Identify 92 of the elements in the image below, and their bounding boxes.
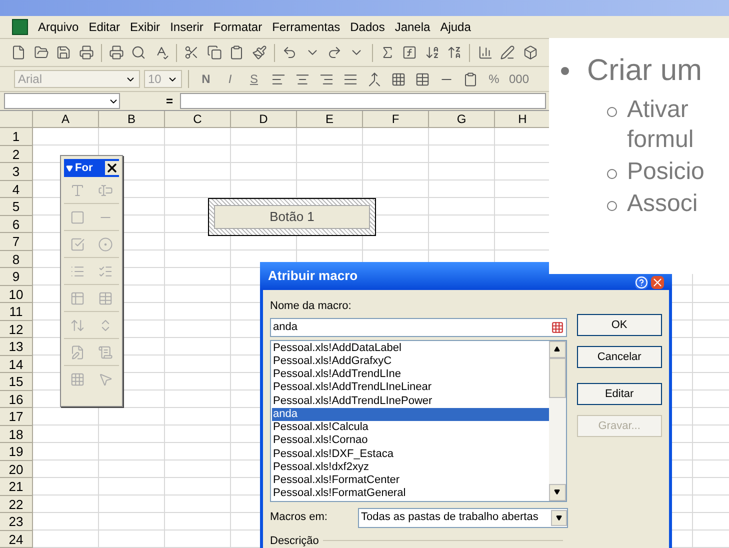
dialog-button[interactable]: Cancelar xyxy=(576,346,662,368)
caret-icon xyxy=(556,514,562,520)
group-label: Descrição xyxy=(270,534,319,548)
macro-list-item[interactable]: Pessoal.xls!Cornao xyxy=(272,434,549,448)
selection-frame[interactable]: Botão 1 xyxy=(208,198,376,236)
row-header[interactable]: 14 xyxy=(0,356,33,373)
field-label: Nome da macro: xyxy=(270,299,352,314)
macro-list-item[interactable]: Pessoal.xls!AddTrendLInePower xyxy=(272,394,549,408)
macro-list-item[interactable]: Pessoal.xls!Calcula xyxy=(272,421,549,434)
scroll-up-button[interactable] xyxy=(548,340,566,358)
row-header[interactable]: 3 xyxy=(0,163,33,180)
format-button[interactable]: I xyxy=(219,68,241,90)
row-header[interactable]: 16 xyxy=(0,390,33,408)
field-label: Macros em: xyxy=(270,510,328,526)
sub-bullet-icon xyxy=(607,169,617,179)
menu-item[interactable]: Exibir xyxy=(130,18,160,36)
row-header[interactable]: 17 xyxy=(0,408,33,426)
row-header[interactable]: 2 xyxy=(0,146,33,163)
slide-sub-bullet-text: Posicio xyxy=(627,157,704,187)
menu-item[interactable]: Ferramentas xyxy=(272,18,340,36)
column-header[interactable]: F xyxy=(363,111,429,128)
macro-list-item[interactable]: anda xyxy=(272,408,549,421)
row-header[interactable]: 11 xyxy=(0,303,33,320)
row-header[interactable]: 15 xyxy=(0,373,33,390)
equals-button[interactable]: = xyxy=(124,93,176,109)
column-header[interactable]: C xyxy=(165,111,231,128)
close-icon[interactable] xyxy=(651,276,664,289)
menu-item[interactable]: Arquivo xyxy=(38,18,79,36)
row-header[interactable]: 9 xyxy=(0,268,33,286)
name-box[interactable] xyxy=(4,93,120,109)
row-header[interactable]: 6 xyxy=(0,216,33,233)
row-header[interactable]: 23 xyxy=(0,513,33,530)
menu-item[interactable]: Dados xyxy=(350,18,385,36)
slide-sub-bullet-text: Associ xyxy=(627,189,698,219)
format-button[interactable]: % xyxy=(483,68,505,90)
column-header[interactable]: E xyxy=(297,111,363,128)
column-header[interactable]: G xyxy=(429,111,495,128)
sub-bullet-icon xyxy=(607,201,617,211)
menu-item[interactable]: Formatar xyxy=(213,18,262,36)
macro-list-item[interactable]: Pessoal.xls!FormatGeneral xyxy=(272,487,549,500)
row-header[interactable]: 1 xyxy=(0,128,33,146)
dialog-button[interactable]: OK xyxy=(576,314,662,336)
row-header[interactable]: 5 xyxy=(0,198,33,216)
row-header[interactable]: 10 xyxy=(0,286,33,303)
menu-item[interactable]: Janela xyxy=(394,18,430,36)
row-header[interactable]: 18 xyxy=(0,426,33,443)
menu-item[interactable]: Ajuda xyxy=(440,18,471,36)
macro-list-item[interactable]: Pessoal.xls!DXF_Estaca xyxy=(272,448,549,461)
row-header[interactable]: 21 xyxy=(0,478,33,496)
row-header[interactable]: 8 xyxy=(0,250,33,268)
macro-list-item[interactable]: Pessoal.xls!AddGrafxyC xyxy=(272,354,549,368)
down-arrow-icon xyxy=(554,489,560,495)
column-header[interactable]: A xyxy=(33,111,99,128)
row-header[interactable]: 20 xyxy=(0,460,33,478)
close-icon[interactable] xyxy=(105,161,119,175)
row-header[interactable]: 22 xyxy=(0,496,33,513)
macro-list-item[interactable]: Pessoal.xls!dxf2xyz xyxy=(272,460,549,474)
macro-name-field[interactable]: anda xyxy=(270,318,567,336)
slide-sub-bullet-text: Ativar formul xyxy=(627,95,694,155)
row-header[interactable]: 19 xyxy=(0,443,33,460)
scroll-thumb[interactable] xyxy=(548,358,566,398)
help-icon[interactable] xyxy=(635,276,648,289)
bullet-icon xyxy=(561,66,569,74)
toolbar-title: For xyxy=(75,160,93,176)
column-header[interactable]: D xyxy=(231,111,297,128)
row-header[interactable]: 13 xyxy=(0,338,33,356)
collapse-dialog-icon xyxy=(550,320,564,334)
format-button[interactable]: N xyxy=(195,68,217,90)
macro-list-item[interactable]: Pessoal.xls!AddTrendLIne xyxy=(272,368,549,382)
dialog-title: Atribuir macro xyxy=(268,267,358,286)
slide-bullet-text: Criar um xyxy=(587,53,702,89)
row-header[interactable]: 7 xyxy=(0,233,33,250)
sub-bullet-icon xyxy=(607,107,617,117)
row-header[interactable]: 12 xyxy=(0,320,33,338)
format-button[interactable]: 000 xyxy=(507,68,532,90)
scroll-down-button[interactable] xyxy=(548,484,566,500)
dialog-button[interactable]: Editar xyxy=(576,383,662,405)
macro-list-item[interactable]: Pessoal.xls!FormatCenter xyxy=(272,474,549,488)
menu-item[interactable]: Inserir xyxy=(170,18,204,36)
row-header[interactable]: 24 xyxy=(0,530,33,548)
macro-list-item[interactable]: Pessoal.xls!AddDataLabel xyxy=(272,342,549,355)
macros-in-select[interactable]: Todas as pastas de trabalho abertas xyxy=(358,508,568,528)
formula-field[interactable] xyxy=(180,93,546,109)
row-header[interactable]: 4 xyxy=(0,180,33,198)
scrollbar[interactable] xyxy=(548,340,566,500)
up-arrow-icon xyxy=(554,346,560,352)
format-button[interactable]: S xyxy=(243,68,265,90)
form-button[interactable]: Botão 1 xyxy=(214,205,370,229)
column-header[interactable]: B xyxy=(99,111,165,128)
caret-icon xyxy=(66,164,73,172)
macro-list-item[interactable]: Pessoal.xls!AddTrendLIneLinear xyxy=(272,381,549,394)
menu-item[interactable]: Editar xyxy=(88,18,120,36)
